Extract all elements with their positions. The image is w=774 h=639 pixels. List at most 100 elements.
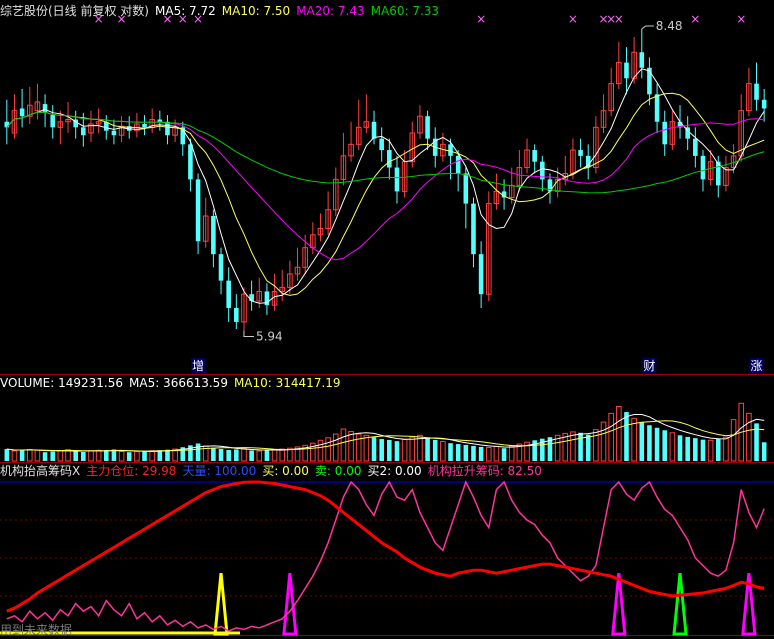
volume-bar-down bbox=[142, 451, 147, 461]
top-marker: × bbox=[690, 12, 700, 26]
volume-bar-down bbox=[715, 439, 721, 461]
volume-bar-down bbox=[585, 434, 591, 461]
candle-body-down bbox=[761, 99, 767, 109]
chart-canvas: 8.485.94× × × × × × × ××× × ×增财涨 bbox=[0, 12, 774, 636]
candle-body-down bbox=[639, 52, 645, 68]
volume-bar-down bbox=[463, 444, 469, 461]
candle-body-down bbox=[4, 121, 10, 128]
volume-bar-up bbox=[332, 433, 339, 462]
indicator-header: 机构抬高筹码X 主力仓位: 29.98 天量: 100.00 买: 0.00 卖: 0.… bbox=[0, 464, 548, 479]
volume-bar-down bbox=[165, 449, 170, 461]
volume-bar-up bbox=[34, 449, 41, 462]
buy-signal-spike bbox=[213, 573, 229, 636]
volume-bar-down bbox=[624, 412, 629, 461]
volume-bar-up bbox=[241, 448, 247, 462]
candle-body-down bbox=[654, 94, 660, 122]
candle-body-down bbox=[425, 116, 430, 139]
sky-top-legend: 天量: 100.00 bbox=[182, 464, 257, 478]
pull-chips-line bbox=[6, 480, 765, 632]
volume-bar-down bbox=[234, 449, 239, 461]
future-data-note: 用到未来数据 bbox=[0, 623, 73, 637]
volume-header: VOLUME: 149231.56 MA5: 366613.59 MA10: 314… bbox=[0, 376, 347, 391]
volume-bar-up bbox=[508, 445, 515, 462]
volume-bar-up bbox=[570, 431, 576, 462]
low-label: 5.94 bbox=[256, 329, 283, 343]
ma10-line bbox=[6, 92, 765, 296]
sell-legend: 卖: 0.00 bbox=[314, 464, 362, 478]
volume-bar-down bbox=[387, 439, 392, 461]
volume-bar-up bbox=[149, 450, 155, 462]
top-marker: × bbox=[736, 12, 746, 26]
volume-bar-down bbox=[448, 443, 453, 461]
candle-body-down bbox=[195, 179, 201, 242]
volume-bar-down bbox=[478, 446, 484, 461]
volume-bar-down bbox=[249, 450, 254, 461]
volume-bar-down bbox=[432, 439, 438, 461]
candle-body-down bbox=[218, 254, 224, 281]
main-header: 综艺股份(日线 前复权 对数) MA5: 7.72 MA10: 7.50 MA20: … bbox=[0, 4, 445, 19]
candle-body-down bbox=[188, 144, 193, 180]
volume-bar-down bbox=[371, 437, 377, 461]
candle-body-down bbox=[478, 254, 484, 295]
candle-body-down bbox=[387, 150, 392, 168]
volume-bar-down bbox=[50, 451, 56, 461]
volume-ma10: MA10: 314417.19 bbox=[233, 376, 341, 390]
volume-bar-down bbox=[471, 445, 476, 461]
volume-bar-down bbox=[73, 451, 78, 461]
volume-bar-down bbox=[379, 439, 384, 461]
buy2-legend: 买2: 0.00 bbox=[367, 464, 422, 478]
volume-bar-up bbox=[616, 405, 622, 462]
candle-body-down bbox=[455, 155, 461, 174]
volume-bar-down bbox=[425, 438, 430, 461]
volume-bar-down bbox=[4, 449, 10, 461]
candle-body-down bbox=[624, 62, 629, 79]
volume-bar-up bbox=[631, 417, 637, 462]
volume-bar-up bbox=[325, 437, 331, 462]
volume-bar-down bbox=[639, 422, 645, 461]
ma20-legend: MA20: 7.43 bbox=[296, 4, 365, 18]
top-marker: × bbox=[568, 12, 578, 26]
volume-bar-down bbox=[662, 430, 668, 461]
volume-bar-up bbox=[608, 412, 614, 462]
event-marker: 增 bbox=[192, 359, 204, 373]
candle-body-down bbox=[700, 155, 706, 180]
candle-body-down bbox=[578, 150, 583, 156]
low-arrow bbox=[243, 330, 254, 337]
volume-bar-up bbox=[11, 450, 18, 462]
volume-bar-down bbox=[654, 427, 660, 461]
main-position-line bbox=[6, 480, 765, 613]
volume-bar-up bbox=[593, 429, 599, 462]
volume-bar-up bbox=[279, 448, 286, 462]
volume-bar-down bbox=[501, 448, 507, 461]
volume-bar-up bbox=[95, 449, 102, 462]
volume-bar-down bbox=[677, 435, 683, 461]
top-marker: × bbox=[614, 12, 624, 26]
ma5-line bbox=[6, 68, 765, 304]
event-marker: 涨 bbox=[751, 358, 763, 373]
ma5-legend: MA5: 7.72 bbox=[155, 4, 216, 18]
volume-bar-down bbox=[42, 452, 48, 461]
volume-bar-down bbox=[647, 425, 652, 461]
indicator-name: 机构抬高筹码X bbox=[0, 464, 81, 478]
candle-body-down bbox=[662, 121, 668, 145]
candle-body-down bbox=[19, 108, 25, 117]
ma10-legend: MA10: 7.50 bbox=[221, 4, 291, 18]
volume-bar-down bbox=[394, 441, 400, 461]
volume-bar-down bbox=[195, 443, 201, 461]
volume-bar-down bbox=[81, 451, 86, 461]
volume-bar-up bbox=[669, 432, 676, 462]
candle-body-down bbox=[754, 83, 759, 100]
volume-bar-up bbox=[340, 428, 347, 462]
volume-bar-down bbox=[578, 432, 583, 461]
volume-bar-down bbox=[19, 449, 25, 461]
volume-bar-down bbox=[226, 449, 231, 461]
volume-bar-up bbox=[363, 434, 370, 462]
volume-bar-down bbox=[693, 438, 698, 461]
candle-body-down bbox=[249, 294, 254, 302]
volume-bar-up bbox=[723, 436, 729, 462]
volume-bar-up bbox=[401, 438, 408, 462]
volume-bar-up bbox=[485, 446, 492, 462]
volume-bar-up bbox=[355, 433, 362, 462]
candle-body-down bbox=[234, 307, 239, 322]
main-position-legend: 主力仓位: 29.98 bbox=[86, 464, 177, 478]
